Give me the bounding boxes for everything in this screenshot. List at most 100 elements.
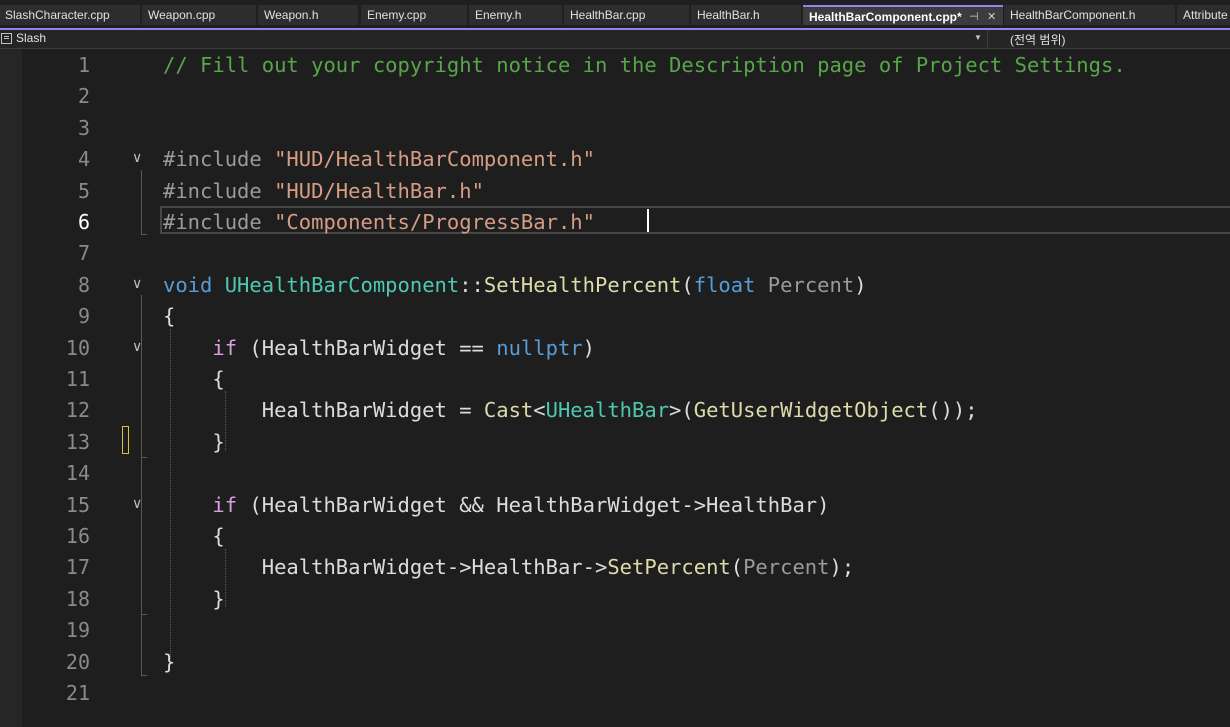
code-token: #include <box>163 210 275 234</box>
code-token: Percent <box>767 272 855 297</box>
code-text: { <box>163 301 175 332</box>
code-token: Cast <box>483 398 534 423</box>
line-number: 15 <box>65 492 90 517</box>
code-token: nullptr <box>496 335 583 360</box>
tab-weapon-cpp[interactable]: Weapon.cpp <box>142 5 256 25</box>
code-text: // Fill out your copyright notice in the… <box>163 50 1126 81</box>
tab-attribute[interactable]: Attribute <box>1177 5 1230 25</box>
code-line: 11 { <box>0 364 1230 395</box>
code-token: ( <box>730 555 744 580</box>
code-editor[interactable]: 1 // Fill out your copyright notice in th… <box>0 49 1230 727</box>
fold-chevron-icon[interactable]: ∨ <box>132 496 142 512</box>
code-token: } <box>163 649 176 674</box>
code-token: } <box>163 429 225 454</box>
tab-label: Enemy.h <box>475 8 522 22</box>
code-token: GetUserWidgetObject <box>693 398 929 423</box>
code-token: { <box>163 304 176 329</box>
code-line: 16 { <box>0 521 1230 552</box>
line-number: 4 <box>77 147 90 172</box>
code-token: Percent <box>743 555 830 580</box>
fold-chevron-icon[interactable]: ∨ <box>132 276 142 292</box>
tab-label: Weapon.h <box>264 8 319 22</box>
code-token: < <box>533 398 546 423</box>
code-token: "HUD/HealthBar.h" <box>274 178 484 203</box>
scope-dropdown[interactable]: (전역 범위) <box>1010 31 1066 48</box>
code-line: 2 <box>0 81 1230 112</box>
line-number: 12 <box>65 398 90 423</box>
code-text: void UHealthBarComponent::SetHealthPerce… <box>163 270 867 301</box>
tab-healthbarcomponent-cpp[interactable]: HealthBarComponent.cpp* ⊣ ✕ <box>803 5 1003 25</box>
code-text: if (HealthBarWidget == nullptr) <box>163 333 595 364</box>
code-line: 21 <box>0 678 1230 709</box>
code-token: SetPercent <box>607 555 731 580</box>
code-token: :: <box>459 272 484 297</box>
project-icon <box>1 33 12 44</box>
code-token: UHealthBar <box>545 398 670 423</box>
code-token: #include <box>163 178 275 203</box>
line-number: 13 <box>65 429 90 454</box>
code-token: { <box>163 367 225 391</box>
code-text: } <box>163 584 225 615</box>
code-token: if <box>212 492 238 517</box>
code-line: 10 ∨ if (HealthBarWidget == nullptr) <box>0 333 1230 364</box>
fold-chevron-icon[interactable]: ∨ <box>132 339 142 355</box>
code-token: UHealthBarComponent <box>224 272 460 297</box>
code-line: 17 HealthBarWidget->HealthBar->SetPercen… <box>0 552 1230 583</box>
code-token: "HUD/HealthBarComponent.h" <box>274 147 595 172</box>
tab-label: Attribute <box>1183 8 1228 22</box>
tab-healthbar-cpp[interactable]: HealthBar.cpp <box>564 5 689 25</box>
line-number: 20 <box>65 649 90 674</box>
line-number: 11 <box>65 367 90 391</box>
tab-enemy-cpp[interactable]: Enemy.cpp <box>361 5 467 25</box>
code-token: float <box>693 272 768 297</box>
code-line: 13 } <box>0 427 1230 458</box>
code-line: 15 ∨ if (HealthBarWidget && HealthBarWidg… <box>0 490 1230 521</box>
code-token: SetHealthPercent <box>483 272 682 297</box>
document-tab-strip: SlashCharacter.cpp Weapon.cpp Weapon.h Enem… <box>0 0 1230 30</box>
code-token: (HealthBarWidget && HealthBarWidget->Hea… <box>237 492 830 517</box>
code-line: 19 <box>0 615 1230 646</box>
line-number: 2 <box>77 84 90 109</box>
code-text: } <box>163 647 175 678</box>
code-token: #include <box>163 147 275 172</box>
tab-enemy-h[interactable]: Enemy.h <box>469 5 562 25</box>
line-number: 14 <box>65 461 90 486</box>
line-number: 19 <box>65 618 90 643</box>
tab-label: HealthBarComponent.h <box>1010 8 1136 22</box>
code-token: } <box>163 586 225 611</box>
line-number: 17 <box>65 555 90 580</box>
code-token: void <box>163 272 225 297</box>
line-number: 18 <box>65 586 90 611</box>
code-text: { <box>163 364 225 395</box>
close-icon[interactable]: ✕ <box>987 7 996 25</box>
tab-healthbar-h[interactable]: HealthBar.h <box>691 5 801 25</box>
line-number: 21 <box>65 681 90 705</box>
line-number: 1 <box>77 53 90 77</box>
code-token: if <box>212 335 238 360</box>
line-number: 8 <box>77 272 90 297</box>
project-dropdown[interactable]: Slash ▼ <box>0 30 988 48</box>
code-token: (HealthBarWidget == <box>237 335 497 360</box>
code-token: HealthBarWidget = <box>163 398 484 423</box>
line-number: 6 <box>77 210 90 234</box>
line-number: 5 <box>77 178 90 203</box>
code-line: 14 <box>0 458 1230 489</box>
line-number: 3 <box>77 115 90 140</box>
code-token: >( <box>669 398 694 423</box>
code-text: #include "HUD/HealthBarComponent.h" <box>163 144 595 175</box>
code-token: ) <box>854 272 867 297</box>
fold-chevron-icon[interactable]: ∨ <box>132 150 142 166</box>
code-text: } <box>163 427 225 458</box>
pin-icon[interactable]: ⊣ <box>969 7 979 25</box>
tab-label: HealthBarComponent.cpp* <box>809 10 962 24</box>
code-token: HealthBarWidget->HealthBar-> <box>163 555 608 580</box>
text-caret <box>647 209 649 232</box>
code-line: 3 <box>0 113 1230 144</box>
code-token: // Fill out your copyright notice in the… <box>163 53 1126 77</box>
tab-slashcharacter-cpp[interactable]: SlashCharacter.cpp <box>0 5 140 25</box>
tab-label: HealthBar.cpp <box>570 8 646 22</box>
tab-healthbarcomponent-h[interactable]: HealthBarComponent.h <box>1004 5 1175 25</box>
tab-weapon-h[interactable]: Weapon.h <box>258 5 358 25</box>
code-text: if (HealthBarWidget && HealthBarWidget->… <box>163 490 829 521</box>
